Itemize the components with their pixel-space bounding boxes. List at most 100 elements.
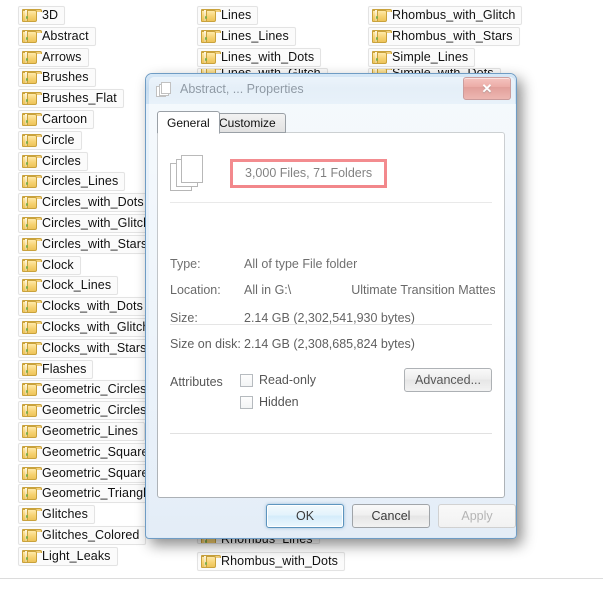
- folder-item-label: Clock: [42, 257, 74, 272]
- property-value-location-head: All in G:\: [244, 283, 292, 297]
- folder-item-label: Glitches_Colored: [42, 528, 140, 542]
- folder-item[interactable]: Clocks_with_Glitch: [18, 318, 157, 337]
- checkbox-row-hidden[interactable]: Hidden: [240, 395, 299, 409]
- folder-item[interactable]: Glitches: [18, 505, 95, 525]
- property-value-size-on-disk: 2.14 GB (2,308,685,824 bytes): [244, 337, 415, 351]
- explorer-bottom-divider: [0, 578, 603, 579]
- folder-item[interactable]: Flashes: [18, 359, 94, 379]
- folder-item[interactable]: Geometric_Circles: [18, 380, 154, 400]
- folder-icon: [22, 237, 42, 251]
- folder-item[interactable]: Rhombus_with_Glitch: [368, 6, 523, 25]
- folder-icon: [372, 29, 392, 43]
- folder-icon: [22, 175, 42, 189]
- folder-item-label: Abstract: [42, 28, 89, 43]
- folder-item-label: Circles_with_Glitch: [42, 216, 151, 230]
- folder-icon: [22, 9, 42, 22]
- checkbox-hidden[interactable]: [240, 395, 253, 409]
- folder-icon: [22, 29, 42, 43]
- folder-item[interactable]: Brushes_Flat: [18, 89, 124, 109]
- dialog-title-bar[interactable]: Abstract, ... Properties ✕: [146, 74, 516, 104]
- cancel-button[interactable]: Cancel: [352, 504, 430, 528]
- apply-button[interactable]: Apply: [438, 504, 516, 528]
- folder-item[interactable]: Glitches_Colored: [18, 526, 147, 545]
- folder-item-label: Lines_with_Dots: [221, 49, 315, 64]
- folder-icon: [22, 196, 42, 210]
- folder-item[interactable]: Rhombus_with_Dots: [197, 552, 346, 571]
- folder-item-label: Geometric_Circles_S: [42, 403, 162, 418]
- folder-item[interactable]: Lines: [197, 6, 259, 25]
- folder-item[interactable]: Circles_Lines: [18, 172, 126, 192]
- folder-icon: [22, 71, 42, 85]
- folder-item[interactable]: Clock: [18, 255, 81, 275]
- folder-item[interactable]: Brushes: [18, 68, 96, 88]
- folder-item-label: Rhombus_with_Dots: [221, 554, 339, 568]
- folder-item[interactable]: Lines_Lines: [197, 26, 296, 46]
- folder-item[interactable]: Geometric_Triangle: [18, 484, 161, 504]
- folder-item-label: Simple_Lines: [392, 49, 469, 64]
- folder-icon: [201, 555, 221, 568]
- folder-icon: [22, 300, 42, 314]
- folder-item[interactable]: Circles_with_Dots: [18, 193, 151, 213]
- folder-icon: [22, 217, 42, 230]
- folder-item[interactable]: Rhombus_with_Stars: [368, 26, 520, 46]
- folder-icon: [22, 154, 42, 168]
- folder-item-label: Circle: [42, 132, 75, 147]
- checkbox-label-read-only: Read-only: [259, 373, 316, 387]
- close-icon[interactable]: ✕: [463, 77, 511, 100]
- folder-icon: [201, 29, 221, 43]
- multi-file-stack-icon: [156, 81, 172, 97]
- folder-item-label: Glitches: [42, 507, 88, 522]
- file-count-highlight-box: 3,000 Files, 71 Folders: [230, 158, 388, 188]
- folder-icon: [22, 341, 42, 355]
- dialog-tab-strip[interactable]: General Customize: [157, 111, 505, 134]
- dialog-title: Abstract, ... Properties: [180, 82, 304, 96]
- folder-icon: [22, 362, 42, 376]
- divider-top: [170, 202, 492, 203]
- folder-item[interactable]: Arrows: [18, 47, 89, 67]
- folder-item[interactable]: Light_Leaks: [18, 546, 118, 566]
- folder-icon: [22, 445, 42, 459]
- folder-item[interactable]: Cartoon: [18, 110, 95, 129]
- folder-item[interactable]: Clocks_with_Stars: [18, 338, 154, 358]
- folder-item[interactable]: Lines_with_Dots: [197, 47, 322, 67]
- property-row-location: Location: All in G:\ Ultimate Transition …: [170, 283, 495, 299]
- folder-icon: [22, 508, 42, 522]
- folder-item[interactable]: Circle: [18, 130, 82, 150]
- properties-dialog[interactable]: Abstract, ... Properties ✕ General Custo…: [145, 73, 517, 539]
- folder-item-label: Rhombus_with_Stars: [392, 28, 513, 43]
- folder-item[interactable]: Simple_Lines: [368, 47, 476, 67]
- folder-item[interactable]: Geometric_Lines: [18, 422, 145, 441]
- advanced-button[interactable]: Advanced...: [403, 368, 492, 392]
- checkbox-row-read-only[interactable]: Read-only: [240, 373, 316, 387]
- folder-item[interactable]: Geometric_Squares: [18, 442, 162, 462]
- folder-item[interactable]: Abstract: [18, 26, 96, 46]
- folder-icon: [22, 113, 42, 126]
- ok-button[interactable]: OK: [266, 504, 344, 528]
- folder-item-label: Geometric_Circles: [42, 382, 147, 397]
- folder-icon: [22, 383, 42, 397]
- folder-icon: [22, 466, 42, 480]
- folder-item-label: Rhombus_with_Glitch: [392, 8, 516, 22]
- folder-item[interactable]: Circles_with_Glitch: [18, 214, 158, 233]
- folder-item[interactable]: Circles_with_Stars: [18, 234, 155, 254]
- folder-item[interactable]: Clocks_with_Dots: [18, 297, 150, 317]
- folder-item-label: Geometric_Squares_: [42, 465, 162, 480]
- folder-item-label: Geometric_Squares: [42, 444, 155, 459]
- tab-general[interactable]: General: [157, 111, 220, 134]
- folder-item-label: Light_Leaks: [42, 548, 111, 563]
- property-label-location: Location:: [170, 283, 221, 297]
- folder-icon: [22, 529, 42, 542]
- tab-customize[interactable]: Customize: [209, 113, 286, 133]
- property-value-type: All of type File folder: [244, 257, 358, 271]
- folder-item-label: Lines: [221, 8, 252, 22]
- property-value-location-tail: Ultimate Transition Mattes Pac: [351, 283, 495, 297]
- folder-item[interactable]: Circles: [18, 151, 88, 171]
- folder-item-label: Clocks_with_Glitch: [42, 320, 150, 334]
- checkbox-read-only[interactable]: [240, 373, 253, 387]
- folder-item[interactable]: 3D: [18, 6, 66, 25]
- folder-icon: [22, 321, 42, 334]
- folder-icon: [201, 50, 221, 64]
- folder-item-label: Lines_Lines: [221, 28, 289, 43]
- folder-item[interactable]: Clock_Lines: [18, 276, 119, 296]
- tab-general-label: General: [167, 115, 210, 130]
